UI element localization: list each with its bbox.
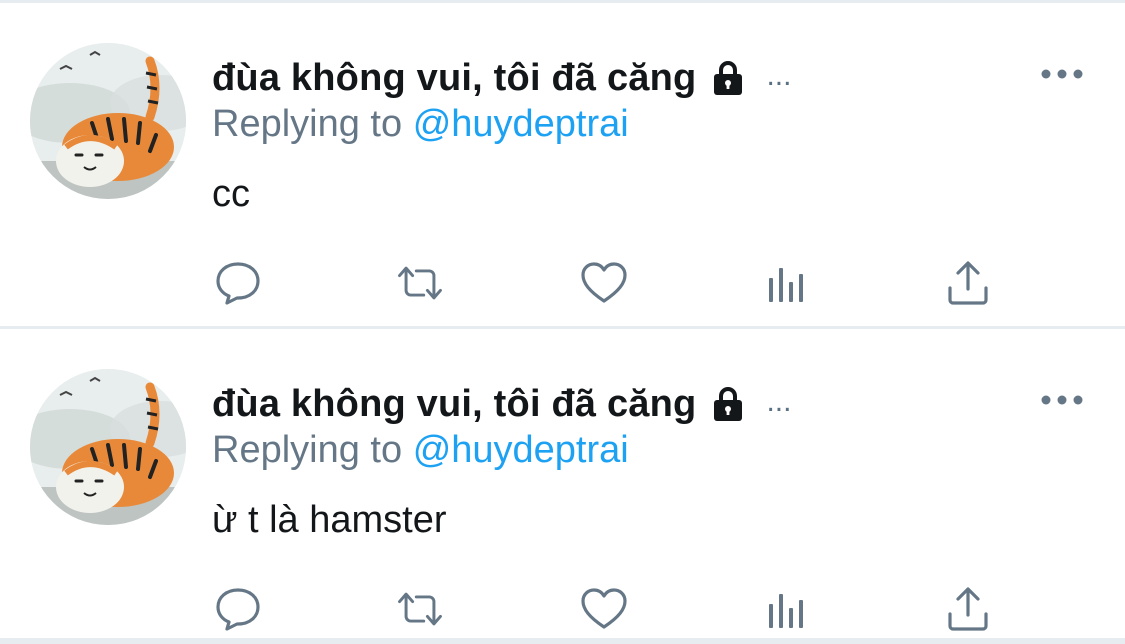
retweet-icon [398, 266, 442, 300]
retweet-icon [398, 592, 442, 626]
retweet-button[interactable] [394, 257, 446, 309]
avatar[interactable] [30, 43, 186, 199]
like-button[interactable] [578, 583, 630, 635]
share-button[interactable] [942, 257, 994, 309]
reply-button[interactable] [212, 583, 264, 635]
name-ellipsis: ... [766, 385, 792, 418]
reply-feed: đùa không vui, tôi đã căng ... Replying … [0, 0, 1125, 644]
share-button[interactable] [942, 583, 994, 635]
lock-icon [708, 384, 748, 424]
tweet[interactable]: đùa không vui, tôi đã căng ... Replying … [0, 0, 1125, 310]
like-button[interactable] [578, 257, 630, 309]
tweet-text: cc [212, 173, 250, 215]
tweet-header: đùa không vui, tôi đã căng ... [212, 55, 791, 101]
tweet-text: ừ t là hamster [212, 499, 447, 541]
replying-to-line: Replying to @huydeptrai [212, 103, 629, 146]
reply-icon [216, 588, 260, 631]
reply-icon [216, 262, 260, 305]
replying-prefix: Replying to [212, 103, 403, 145]
display-name[interactable]: đùa không vui, tôi đã căng [212, 383, 696, 426]
lock-icon [708, 58, 748, 98]
tiger-avatar-image [30, 43, 186, 199]
heart-icon [581, 262, 627, 303]
reply-button[interactable] [212, 257, 264, 309]
retweet-button[interactable] [394, 583, 446, 635]
analytics-icon [769, 594, 803, 628]
more-dots-icon[interactable] [1040, 63, 1084, 85]
mention-link[interactable]: @huydeptrai [413, 103, 629, 145]
more-dots-icon[interactable] [1040, 389, 1084, 411]
display-name[interactable]: đùa không vui, tôi đã căng [212, 57, 696, 100]
action-bar [0, 257, 1125, 313]
tweet[interactable]: đùa không vui, tôi đã căng ... Replying … [0, 326, 1125, 636]
share-icon [948, 587, 988, 631]
analytics-icon [769, 268, 803, 302]
action-bar [0, 583, 1125, 639]
avatar[interactable] [30, 369, 186, 525]
tiger-avatar-image [30, 369, 186, 525]
replying-to-line: Replying to @huydeptrai [212, 429, 629, 472]
heart-icon [581, 588, 627, 629]
analytics-button[interactable] [760, 583, 812, 635]
analytics-button[interactable] [760, 257, 812, 309]
mention-link[interactable]: @huydeptrai [413, 429, 629, 471]
tweet-header: đùa không vui, tôi đã căng ... [212, 381, 791, 427]
share-icon [948, 261, 988, 305]
name-ellipsis: ... [766, 59, 792, 92]
divider [0, 638, 1125, 644]
replying-prefix: Replying to [212, 429, 403, 471]
